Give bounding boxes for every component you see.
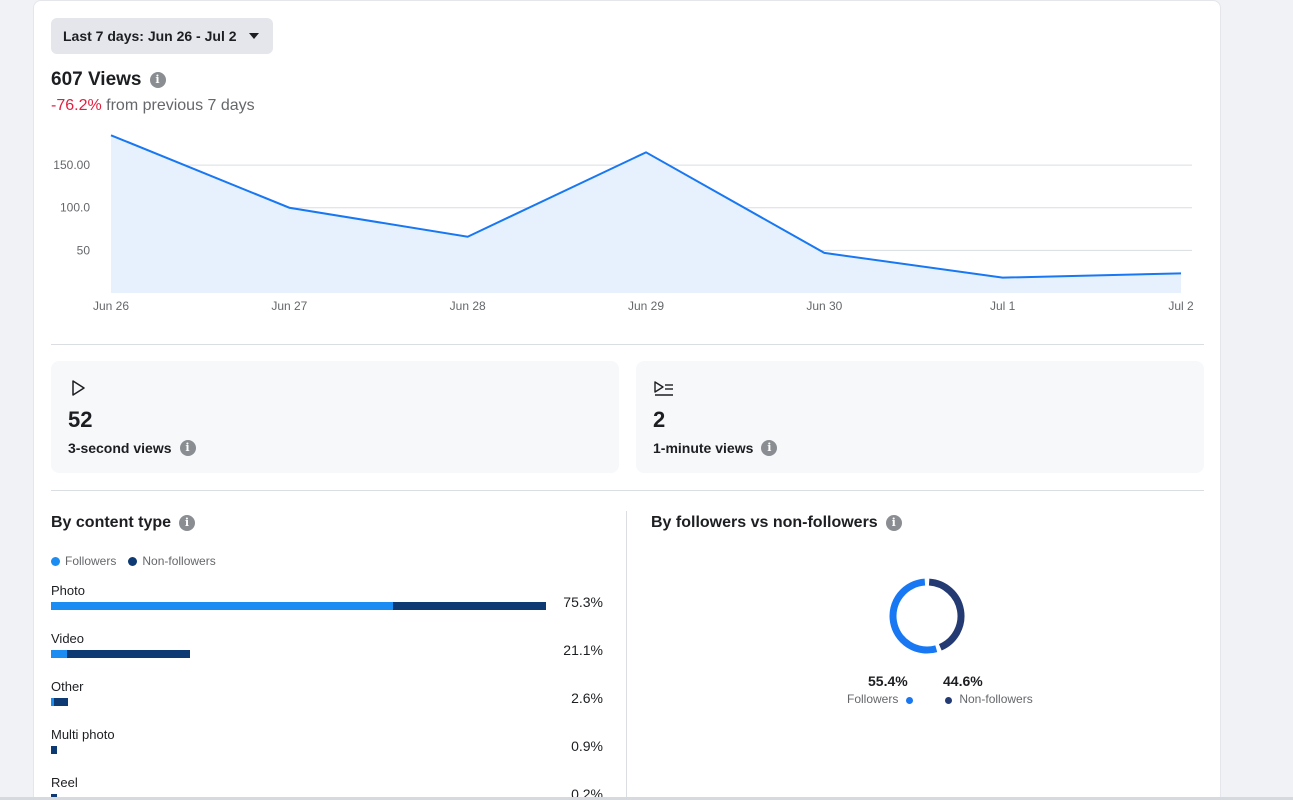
stat-card-3s: 52 3-second views i	[51, 361, 619, 473]
non-followers-segment	[392, 602, 546, 610]
followers-donut	[889, 578, 965, 654]
content-type-row: Photo 75.3%	[51, 583, 603, 631]
row-label: Reel	[51, 775, 78, 790]
legend-dot	[51, 557, 60, 566]
non-followers-arc	[928, 578, 965, 651]
followers-segment	[51, 602, 393, 610]
stat-value: 2	[653, 407, 666, 432]
row-bar	[51, 698, 69, 706]
non-followers-segment	[54, 698, 69, 706]
content-type-row: Multi photo 0.9%	[51, 727, 603, 775]
info-icon[interactable]: i	[179, 440, 196, 456]
views-card: Last 7 days: Jun 26 - Jul 2 607 Views i …	[33, 0, 1221, 800]
followers-title: By followers vs non-followers i	[651, 514, 902, 532]
legend-label: Followers	[65, 554, 117, 568]
stat-label: 1-minute views i	[653, 440, 778, 456]
info-icon[interactable]: i	[149, 72, 166, 88]
content-type-legend: Followers Non-followers	[51, 554, 216, 568]
content-type-row: Other 2.6%	[51, 679, 603, 727]
content-type-row: Video 21.1%	[51, 631, 603, 679]
x-tick-label: Jun 28	[450, 299, 486, 313]
non-followers-percent: 44.6%	[943, 673, 983, 689]
followers-legend: Followers	[847, 692, 918, 706]
divider	[51, 344, 1204, 345]
legend-dot	[128, 557, 138, 566]
row-percent: 21.1%	[563, 642, 603, 658]
play-icon	[72, 380, 85, 396]
date-range-label: Last 7 days: Jun 26 - Jul 2	[63, 28, 237, 44]
legend-label: Followers	[847, 692, 899, 706]
views-delta: -76.2% from previous 7 days	[51, 97, 255, 115]
row-label: Video	[51, 631, 85, 646]
area-fill	[111, 135, 1181, 293]
followers-percent: 55.4%	[868, 673, 908, 689]
views-chart: 150.00 100.0 50 Jun 26 Jun 27 Jun 28 Jun 29 Jun…	[53, 134, 1194, 313]
views-title: 607 Views i	[51, 69, 166, 91]
stat-card-1m: 2 1-minute views i	[636, 361, 1204, 473]
row-label: Photo	[51, 583, 85, 598]
legend-dot	[905, 697, 913, 704]
row-bar	[51, 650, 190, 658]
y-tick-label: 150.00	[53, 158, 90, 172]
delta-percent: -76.2%	[51, 97, 102, 114]
x-tick-label: Jun 26	[93, 299, 129, 313]
y-tick-label: 100.0	[60, 201, 90, 215]
x-tick-label: Jun 30	[806, 299, 842, 313]
vertical-divider	[626, 511, 627, 800]
row-percent: 75.3%	[563, 594, 603, 610]
followers-segment	[51, 650, 68, 658]
play-list-icon	[654, 381, 673, 396]
content-type-title: By content type i	[51, 514, 196, 532]
non-followers-segment	[51, 746, 57, 754]
followers-arc	[889, 578, 938, 654]
row-percent: 0.9%	[571, 738, 603, 754]
row-label: Other	[51, 679, 84, 694]
caret-down-icon	[248, 33, 259, 39]
non-followers-segment	[67, 650, 190, 658]
legend-non-followers: Non-followers	[128, 554, 216, 568]
stat-label-text: 3-second views	[68, 440, 172, 456]
delta-suffix: from previous 7 days	[106, 97, 255, 114]
y-tick-label: 50	[77, 243, 91, 257]
row-bar	[51, 746, 57, 754]
x-tick-label: Jul 2	[1168, 299, 1194, 313]
legend-label: Non-followers	[142, 554, 216, 568]
row-label: Multi photo	[51, 727, 115, 742]
x-tick-label: Jun 29	[628, 299, 664, 313]
legend-dot	[945, 697, 952, 704]
section-title-text: By content type	[51, 514, 172, 531]
row-bar	[51, 602, 546, 610]
x-tick-label: Jul 1	[990, 299, 1016, 313]
stat-label-text: 1-minute views	[653, 440, 754, 456]
divider	[51, 490, 1204, 491]
views-total: 607 Views	[51, 69, 142, 90]
row-percent: 2.6%	[571, 690, 603, 706]
legend-followers: Followers	[51, 554, 116, 568]
stat-label: 3-second views i	[68, 440, 196, 456]
date-range-dropdown[interactable]: Last 7 days: Jun 26 - Jul 2	[51, 18, 273, 54]
x-tick-label: Jun 27	[271, 299, 307, 313]
section-title-text: By followers vs non-followers	[651, 514, 878, 531]
legend-label: Non-followers	[959, 692, 1033, 706]
info-icon[interactable]: i	[179, 515, 196, 531]
info-icon[interactable]: i	[761, 440, 778, 456]
non-followers-legend: Non-followers	[945, 692, 1033, 706]
info-icon[interactable]: i	[885, 515, 902, 531]
stat-value: 52	[68, 407, 93, 432]
